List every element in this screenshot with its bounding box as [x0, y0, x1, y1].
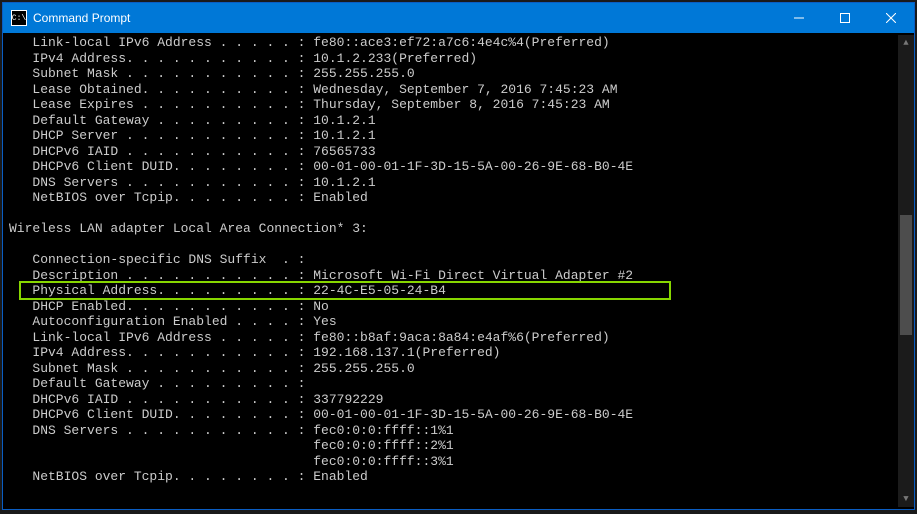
- close-button[interactable]: [868, 3, 914, 33]
- console-text: Link-local IPv6 Address . . . . . : fe80…: [9, 35, 898, 507]
- console-area[interactable]: Link-local IPv6 Address . . . . . : fe80…: [3, 33, 914, 509]
- maximize-button[interactable]: [822, 3, 868, 33]
- titlebar[interactable]: C:\ Command Prompt: [3, 3, 914, 33]
- close-icon: [886, 13, 896, 23]
- minimize-button[interactable]: [776, 3, 822, 33]
- minimize-icon: [794, 13, 804, 23]
- window-title: Command Prompt: [33, 11, 130, 25]
- scroll-down-arrow-icon[interactable]: ▼: [898, 491, 914, 507]
- scroll-up-arrow-icon[interactable]: ▲: [898, 35, 914, 51]
- cmd-icon: C:\: [11, 10, 27, 26]
- vertical-scrollbar[interactable]: ▲ ▼: [898, 35, 914, 507]
- command-prompt-window: C:\ Command Prompt Link-local IPv6 Addre…: [2, 2, 915, 510]
- maximize-icon: [840, 13, 850, 23]
- scrollbar-thumb[interactable]: [900, 215, 912, 335]
